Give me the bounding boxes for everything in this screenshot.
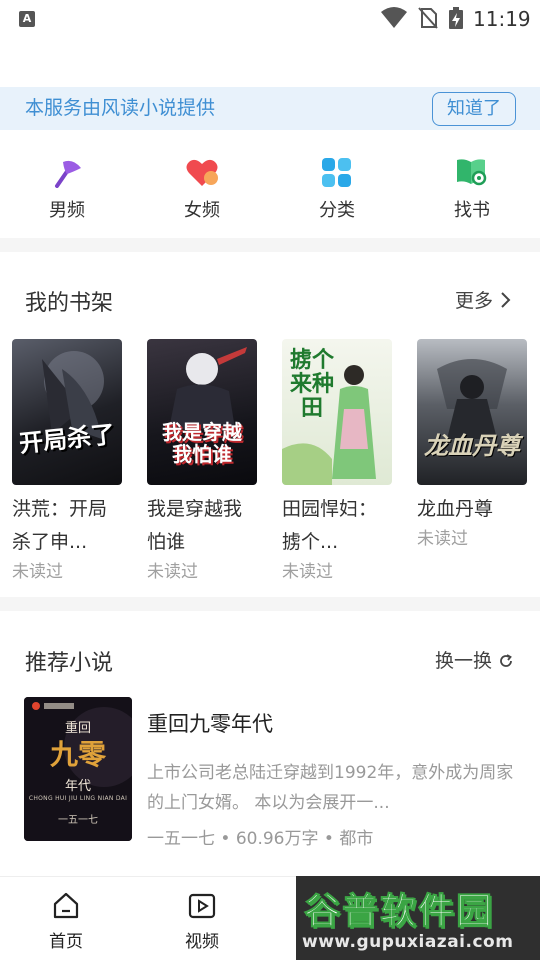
category-female[interactable]: 女频: [162, 152, 242, 232]
book-name: 龙血丹尊: [417, 498, 494, 520]
category-label: 找书: [454, 200, 490, 221]
status-bar: A 11:19: [0, 0, 540, 40]
watermark-url: www.gupuxiazai.com: [302, 932, 514, 952]
cover-title: 掳个来种田: [289, 348, 334, 421]
book-read-status: 未读过: [147, 562, 198, 582]
wifi-icon: [381, 7, 407, 28]
category-classify[interactable]: 分类: [297, 152, 377, 232]
bookshelf-book[interactable]: 开局杀了 洪荒：开局杀了申... 未读过: [12, 339, 122, 584]
notice-text: 本服务由风读小说提供: [25, 97, 216, 119]
cover-title: 龙血丹尊: [424, 432, 520, 460]
nav-label: 首页: [49, 932, 83, 952]
service-notice-banner: 本服务由风读小说提供 知道了: [0, 87, 540, 130]
refresh-icon: [500, 654, 512, 667]
book-cover: 龙血丹尊: [417, 339, 527, 485]
recommend-book-meta: 一五一七 • 60.96万字 • 都市: [147, 829, 374, 849]
category-nav: 男频 女频 分类 找书: [0, 130, 540, 238]
app-notification-icon: A: [19, 11, 35, 27]
chevron-right-icon: [501, 292, 511, 308]
refresh-label: 换一换: [435, 650, 493, 672]
recommend-book-cover[interactable]: 重回 九零 年代 CHONG HUI JIU LING NIAN DAI 一五一…: [24, 697, 132, 841]
more-label: 更多: [455, 290, 494, 312]
video-play-icon: [188, 893, 216, 919]
cover-line: 九零: [49, 738, 106, 771]
recommend-book-title[interactable]: 重回九零年代: [147, 708, 273, 738]
home-icon: [53, 892, 79, 919]
recommend-book-description: 上市公司老总陆迁穿越到1992年，意外成为周家的上门女婿。 本以为会展开一...: [147, 763, 514, 813]
recommend-title: 推荐小说: [25, 651, 114, 676]
section-divider: [0, 597, 540, 611]
category-label: 男频: [49, 200, 85, 221]
refresh-recommend-button[interactable]: 换一换: [435, 646, 514, 673]
book-name: 田园悍妇：掳个...: [282, 498, 378, 553]
cover-author: 一五一七: [58, 815, 98, 826]
cover-line: 年代: [64, 779, 91, 794]
battery-charging-icon: [449, 7, 463, 29]
cover-title: 我是穿越我怕谁: [162, 420, 242, 466]
section-divider: [0, 238, 540, 252]
cover-art: [437, 359, 507, 439]
nav-video[interactable]: 视频: [172, 891, 232, 952]
category-find-book[interactable]: 找书: [432, 152, 512, 232]
bookshelf-title: 我的书架: [25, 291, 114, 316]
book-read-status: 未读过: [417, 529, 468, 549]
category-male[interactable]: 男频: [27, 152, 107, 232]
cover-pinyin: CHONG HUI JIU LING NIAN DAI: [28, 795, 128, 802]
bookshelf-book[interactable]: 龙血丹尊 龙血丹尊 未读过: [417, 339, 527, 551]
watermark-text: 谷普软件园: [303, 891, 495, 933]
book-name: 洪荒：开局杀了申...: [12, 498, 108, 553]
heart-icon: [186, 159, 218, 186]
bookshelf-book[interactable]: 掳个来种田 田园悍妇：掳个... 未读过: [282, 339, 392, 584]
bookshelf-book[interactable]: 我是穿越我怕谁 我是穿越我怕谁 未读过: [147, 339, 257, 584]
clock: 11:19: [473, 7, 531, 31]
nav-label: 视频: [185, 932, 219, 952]
site-watermark: 谷普软件园 www.gupuxiazai.com: [296, 876, 540, 960]
no-sim-icon: [418, 7, 438, 29]
cover-art: [42, 351, 104, 439]
book-search-icon: [457, 159, 487, 186]
category-label: 分类: [319, 200, 355, 221]
book-name: 我是穿越我怕谁: [147, 498, 243, 553]
bookshelf-more-link[interactable]: 更多: [455, 286, 511, 313]
nav-home[interactable]: 首页: [36, 891, 96, 952]
book-read-status: 未读过: [12, 562, 63, 582]
book-cover: 开局杀了: [12, 339, 122, 485]
axe-icon: [55, 160, 81, 188]
dismiss-notice-button[interactable]: 知道了: [432, 92, 516, 126]
book-cover: 我是穿越我怕谁: [147, 339, 257, 485]
book-cover: 掳个来种田: [282, 339, 392, 485]
book-read-status: 未读过: [282, 562, 333, 582]
category-label: 女频: [184, 200, 220, 221]
cover-line: 重回: [64, 721, 91, 736]
grid-icon: [322, 158, 351, 187]
